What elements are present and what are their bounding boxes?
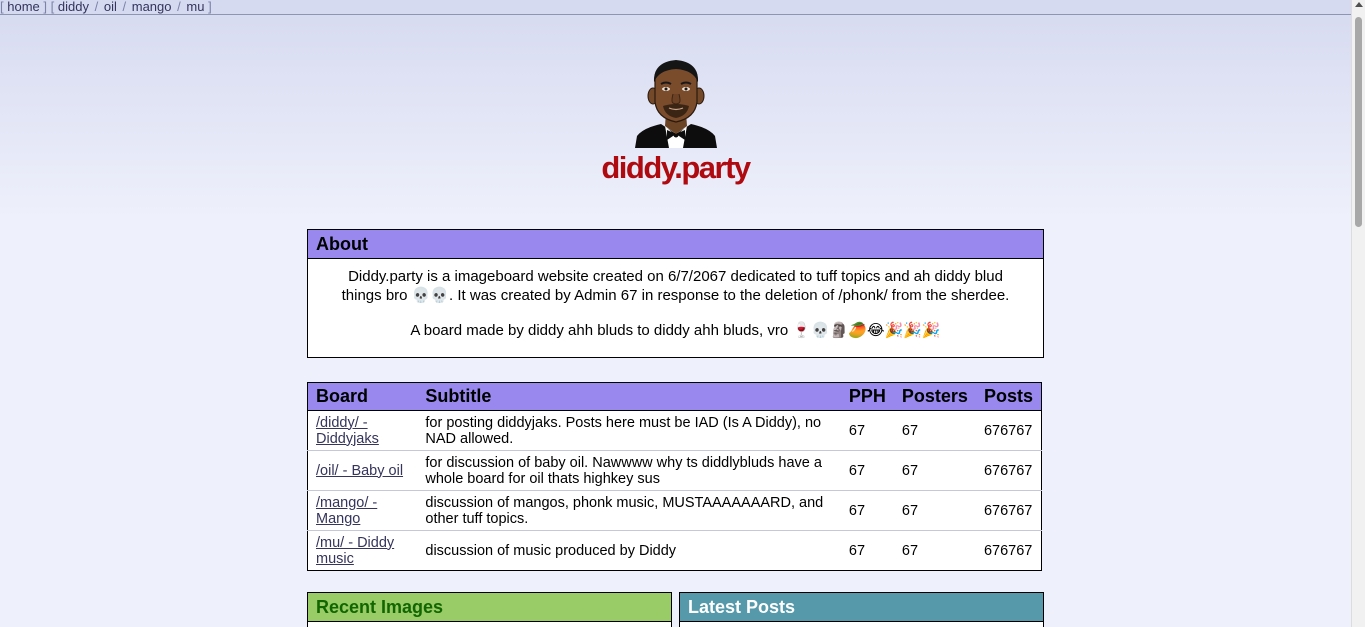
posters-cell: 67 — [893, 450, 976, 491]
about-body: Diddy.party is a imageboard website crea… — [308, 259, 1043, 340]
board-link-oil[interactable]: /oil/ - Baby oil — [316, 463, 403, 479]
nav-separator: / — [94, 0, 99, 14]
posters-cell: 67 — [893, 490, 976, 531]
nav-bracket-open: [ — [50, 0, 55, 14]
board-link-mu[interactable]: /mu/ - Diddy music — [316, 535, 394, 567]
about-tagline: A board made by diddy ahh bluds to diddy… — [410, 322, 941, 339]
header-posts: Posts — [975, 382, 1042, 411]
table-row: /oil/ - Baby oil for discussion of baby … — [307, 450, 1042, 491]
board-cell: /oil/ - Baby oil — [307, 450, 418, 491]
board-cell: /mu/ - Diddy music — [307, 530, 418, 571]
board-link-diddy[interactable]: /diddy/ - Diddyjaks — [316, 415, 379, 447]
nav-link-diddy[interactable]: diddy — [58, 0, 89, 14]
scroll-up-arrow-icon[interactable] — [1355, 2, 1363, 7]
posts-cell: 676767 — [975, 490, 1042, 531]
latest-posts-box: Latest Posts — [679, 592, 1044, 627]
recent-images-heading: Recent Images — [308, 593, 671, 622]
site-title: diddy.party — [601, 150, 751, 185]
board-cell: /mango/ - Mango — [307, 490, 418, 531]
nav-bracket-close: ] — [43, 0, 48, 14]
nav-bracket-open: [ — [0, 0, 4, 14]
pph-cell: 67 — [840, 450, 894, 491]
pph-cell: 67 — [840, 490, 894, 531]
nav-separator: / — [122, 0, 127, 14]
pph-cell: 67 — [840, 410, 894, 451]
nav-link-home[interactable]: home — [7, 0, 40, 14]
vertical-scrollbar[interactable] — [1351, 0, 1365, 627]
table-row: /mango/ - Mango discussion of mangos, ph… — [307, 490, 1042, 531]
table-row: /mu/ - Diddy music discussion of music p… — [307, 530, 1042, 571]
about-box: About Diddy.party is a imageboard websit… — [307, 229, 1044, 358]
subtitle-cell: for discussion of baby oil. Nawwww why t… — [417, 450, 841, 491]
nav-link-mango[interactable]: mango — [132, 0, 172, 14]
about-paragraph: Diddy.party is a imageboard website crea… — [341, 268, 1010, 304]
header-subtitle: Subtitle — [417, 382, 841, 411]
latest-posts-heading: Latest Posts — [680, 593, 1043, 622]
table-row: /diddy/ - Diddyjaks for posting diddyjak… — [307, 410, 1042, 451]
top-nav-bar: [ home ] [ diddy / oil / mango / mu ] — [0, 0, 1351, 15]
posters-cell: 67 — [893, 530, 976, 571]
header-board: Board — [307, 382, 418, 411]
page: [ home ] [ diddy / oil / mango / mu ] di… — [0, 0, 1351, 627]
posters-cell: 67 — [893, 410, 976, 451]
scrollbar-thumb[interactable] — [1355, 17, 1362, 227]
recent-images-box: Recent Images — [307, 592, 672, 627]
subtitle-cell: discussion of mangos, phonk music, MUSTA… — [417, 490, 841, 531]
boards-table: Board Subtitle PPH Posters Posts /diddy/… — [307, 382, 1042, 571]
subtitle-cell: discussion of music produced by Diddy — [417, 530, 841, 571]
nav-link-mu[interactable]: mu — [186, 0, 204, 14]
board-cell: /diddy/ - Diddyjaks — [307, 410, 418, 451]
header-pph: PPH — [840, 382, 894, 411]
nav-link-oil[interactable]: oil — [104, 0, 117, 14]
about-heading: About — [308, 230, 1043, 259]
diddy-avatar-icon — [635, 60, 717, 148]
posts-cell: 676767 — [975, 530, 1042, 571]
header-posters: Posters — [893, 382, 976, 411]
board-link-mango[interactable]: /mango/ - Mango — [316, 495, 377, 527]
nav-separator: / — [177, 0, 181, 14]
nav-bracket-close: ] — [208, 0, 212, 14]
posts-cell: 676767 — [975, 450, 1042, 491]
posts-cell: 676767 — [975, 410, 1042, 451]
boards-table-header-row: Board Subtitle PPH Posters Posts — [307, 382, 1042, 411]
subtitle-cell: for posting diddyjaks. Posts here must b… — [417, 410, 841, 451]
pph-cell: 67 — [840, 530, 894, 571]
